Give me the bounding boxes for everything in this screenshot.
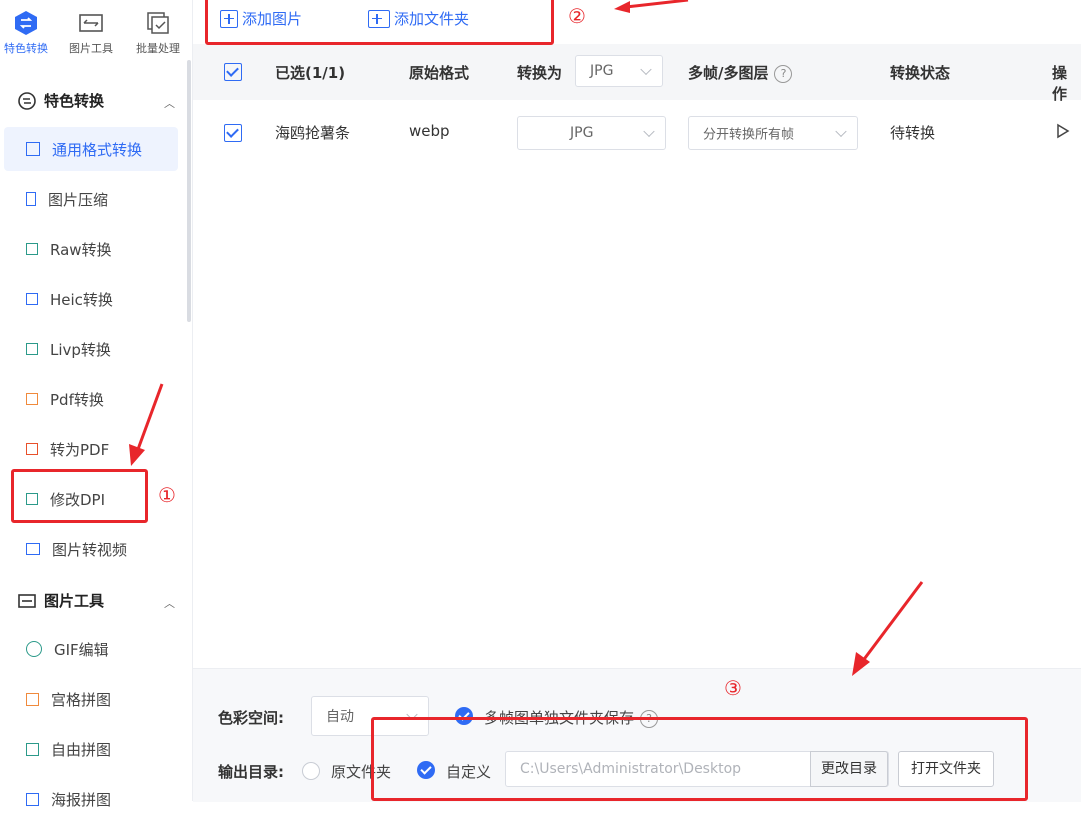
collapse-caret-icon[interactable]: ︿: [164, 595, 175, 611]
topnav-batch[interactable]: 批量处理: [129, 10, 187, 56]
sidebar-group-convert[interactable]: 特色转换: [18, 90, 104, 111]
row-status: 待转换: [890, 124, 936, 142]
color-space-label: 色彩空间:: [218, 709, 284, 727]
sidebar-item-poster-collage[interactable]: 海报拼图: [4, 777, 178, 821]
topnav-image-tool[interactable]: 图片工具: [62, 10, 120, 56]
select-value: JPG: [590, 63, 614, 79]
annotation-arrow-1: [129, 383, 164, 466]
raw-icon: [26, 243, 38, 255]
poster-icon: [26, 792, 39, 806]
topnav-convert[interactable]: 特色转换: [0, 10, 55, 56]
sidebar-item-label: Heic转换: [50, 290, 113, 309]
original-folder-radio[interactable]: [302, 762, 320, 780]
topnav-convert-label: 特色转换: [4, 42, 48, 55]
output-dir-label: 输出目录:: [218, 763, 284, 781]
gif-icon: [26, 641, 42, 657]
annotation-number-1: ①: [158, 483, 176, 507]
select-value: 自动: [326, 709, 354, 725]
free-collage-icon: [26, 742, 39, 756]
sidebar-group-image-tool[interactable]: 图片工具: [18, 590, 104, 611]
sidebar-item-general-convert[interactable]: 通用格式转换: [4, 127, 178, 171]
chevron-down-icon: [643, 125, 655, 138]
format-icon: [26, 142, 40, 156]
sidebar-item-label: 海报拼图: [51, 790, 112, 809]
video-icon: [26, 543, 40, 555]
play-icon[interactable]: [1056, 123, 1070, 139]
annotation-box-3: [371, 717, 1028, 801]
livp-icon: [26, 343, 38, 355]
sidebar-item-label: Raw转换: [50, 240, 112, 259]
convert-icon: [15, 11, 37, 35]
sidebar-item-compress[interactable]: 图片压缩: [4, 177, 178, 221]
annotation-box-1: [11, 469, 148, 523]
header-action: 操作: [1052, 64, 1068, 103]
grid-icon: [26, 692, 39, 706]
row-target-format-select[interactable]: JPG: [517, 116, 666, 150]
collapse-caret-icon[interactable]: ︿: [164, 95, 175, 111]
sidebar-item-label: 转为PDF: [50, 440, 110, 459]
pdf-icon: [26, 393, 38, 405]
sidebar-item-label: GIF编辑: [54, 640, 109, 659]
sidebar-item-free-collage[interactable]: 自由拼图: [4, 727, 178, 771]
topnav-image-tool-label: 图片工具: [69, 42, 113, 55]
sidebar-item-label: 自由拼图: [51, 740, 112, 759]
sidebar-item-livp[interactable]: Livp转换: [4, 327, 178, 371]
header-multiframe: 多帧/多图层?: [688, 62, 793, 83]
row-multiframe-select[interactable]: 分开转换所有帧: [688, 116, 858, 150]
to-pdf-icon: [26, 443, 38, 455]
file-format: webp: [409, 122, 450, 140]
sidebar-group-label: 特色转换: [44, 92, 105, 110]
convert-icon: [18, 91, 36, 110]
header-convert-to: 转换为: [517, 64, 563, 82]
sidebar-item-image-to-video[interactable]: 图片转视频: [4, 527, 178, 571]
header-selected: 已选(1/1): [275, 64, 346, 82]
select-value: JPG: [570, 125, 594, 141]
sidebar-item-label: 图片转视频: [52, 540, 128, 559]
header-multiframe-label: 多帧/多图层: [688, 64, 769, 82]
image-tool-icon: [79, 14, 103, 32]
annotation-arrow-2: [614, 0, 689, 13]
chevron-down-icon: [640, 63, 652, 76]
header-original-format: 原始格式: [409, 64, 470, 82]
chevron-down-icon: [835, 125, 847, 138]
batch-icon: [147, 12, 169, 34]
sidebar-item-heic[interactable]: Heic转换: [4, 277, 178, 321]
help-icon[interactable]: ?: [774, 64, 793, 83]
image-tool-icon: [18, 593, 36, 608]
heic-icon: [26, 293, 38, 305]
sidebar-item-label: 宫格拼图: [51, 690, 112, 709]
convert-to-all-select[interactable]: JPG: [575, 55, 663, 87]
file-name: 海鸥抢薯条: [275, 124, 351, 142]
row-checkbox[interactable]: [224, 124, 242, 142]
header-status: 转换状态: [890, 64, 951, 82]
sidebar-item-label: Livp转换: [50, 340, 111, 359]
sidebar-item-raw[interactable]: Raw转换: [4, 227, 178, 271]
sidebar-scrollbar[interactable]: [187, 60, 191, 322]
annotation-arrow-3: [852, 581, 924, 676]
select-value: 分开转换所有帧: [703, 127, 795, 143]
sidebar-group-label: 图片工具: [44, 592, 105, 610]
topnav-batch-label: 批量处理: [136, 42, 180, 55]
sidebar-item-gif-edit[interactable]: GIF编辑: [4, 627, 178, 671]
annotation-box-2: [205, 0, 554, 45]
compress-icon: [26, 192, 36, 206]
annotation-number-3: ③: [724, 676, 742, 700]
annotation-number-2: ②: [568, 4, 586, 28]
sidebar-item-label: 通用格式转换: [52, 140, 143, 159]
sidebar-item-label: 图片压缩: [48, 190, 109, 209]
sidebar-item-grid-collage[interactable]: 宫格拼图: [4, 677, 178, 721]
select-all-checkbox[interactable]: [224, 63, 242, 81]
sidebar-item-label: Pdf转换: [50, 390, 104, 409]
